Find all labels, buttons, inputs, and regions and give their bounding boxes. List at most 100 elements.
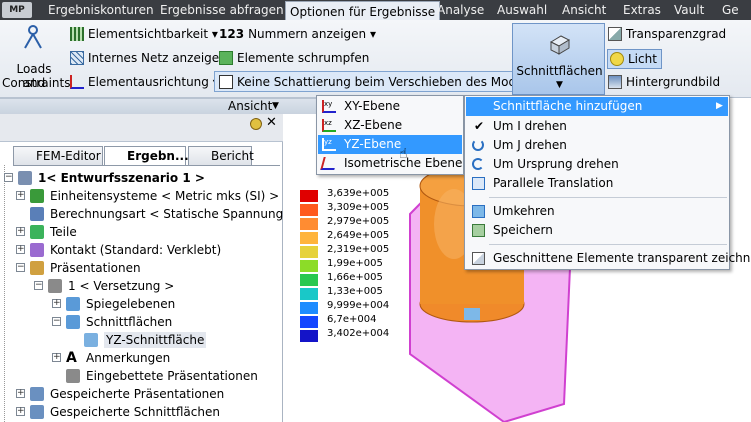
keine-schattierung-button[interactable]: Keine Schattierung beim Verschieben des … bbox=[214, 71, 542, 92]
legend-color-swatch bbox=[300, 302, 318, 314]
tree-node-icon bbox=[30, 189, 44, 203]
menu-item-parallele-translation[interactable]: Parallele Translation bbox=[466, 174, 728, 193]
transparenzgrad-button[interactable]: Transparenzgrad bbox=[608, 26, 726, 42]
tab-ergebnisse-abfragen[interactable]: Ergebnisse abfragen bbox=[160, 0, 284, 20]
tree-item[interactable]: Einheitensysteme < Metric mks (SI) > bbox=[50, 188, 279, 204]
tree-item[interactable]: Gespeicherte Präsentationen bbox=[50, 386, 224, 402]
parallele-translation-label: Parallele Translation bbox=[493, 176, 614, 190]
mesh-icon bbox=[70, 51, 84, 65]
tab-analyse[interactable]: Analyse bbox=[437, 0, 484, 20]
legend-value: 9,999e+004 bbox=[327, 300, 390, 311]
tree-item[interactable]: Anmerkungen bbox=[86, 350, 170, 366]
expand-toggle[interactable]: + bbox=[52, 299, 61, 308]
speichern-label: Speichern bbox=[493, 223, 553, 237]
elemente-schrumpfen-button[interactable]: Elemente schrumpfen bbox=[219, 50, 369, 66]
tab-fem-editor[interactable]: FEM-Editor bbox=[13, 146, 103, 166]
menu-item-umkehren[interactable]: Umkehren bbox=[466, 202, 728, 221]
elementsichtbarkeit-button[interactable]: Elementsichtbarkeit ▾ bbox=[70, 26, 218, 42]
ribbon-panel: Loads and Constraints Elementsichtbarkei… bbox=[0, 20, 751, 98]
tree-item[interactable]: Kontakt (Standard: Verklebt) bbox=[50, 242, 221, 258]
chevron-down-icon: ▼ bbox=[272, 101, 279, 111]
chevron-right-icon: ▶ bbox=[716, 101, 723, 111]
tree-item[interactable]: Teile bbox=[50, 224, 77, 240]
menu-item-isometrische-ebene[interactable]: Isometrische Ebene bbox=[318, 154, 462, 173]
tab-bericht[interactable]: Bericht bbox=[188, 146, 254, 166]
menu-item-um-j-drehen[interactable]: Um J drehen bbox=[466, 136, 728, 155]
tree-item[interactable]: 1< Entwurfsszenario 1 > bbox=[38, 170, 205, 186]
menu-item-schnittflaeche-hinzufuegen[interactable]: Schnittfläche hinzufügen ▶ bbox=[466, 97, 728, 116]
tab-vault[interactable]: Vault bbox=[674, 0, 704, 20]
menu-item-xz-ebene[interactable]: xz XZ-Ebene bbox=[318, 116, 462, 135]
pin-icon[interactable] bbox=[250, 118, 262, 130]
legend-color-swatch bbox=[300, 260, 318, 272]
legend-color-swatch bbox=[300, 316, 318, 328]
tree-node-icon bbox=[18, 171, 32, 185]
fem-editor-label: FEM-Editor bbox=[36, 149, 101, 163]
legend-value: 3,402e+004 bbox=[327, 328, 390, 339]
internes-netz-label: Internes Netz anzeigen bbox=[88, 51, 227, 65]
tab-extras[interactable]: Extras bbox=[623, 0, 661, 20]
ergebnisse-label: Ergebn... bbox=[127, 149, 189, 163]
nummern-anzeigen-button[interactable]: 123 Nummern anzeigen ▾ bbox=[219, 26, 376, 42]
axes-icon bbox=[70, 75, 84, 89]
legend-value: 1,66e+005 bbox=[327, 272, 383, 283]
menu-item-um-ursprung-drehen[interactable]: Um Ursprung drehen bbox=[466, 155, 728, 174]
expand-toggle[interactable]: − bbox=[34, 281, 43, 290]
tab-ge[interactable]: Ge bbox=[722, 0, 739, 20]
expand-toggle[interactable]: + bbox=[16, 245, 25, 254]
expand-toggle[interactable]: − bbox=[16, 263, 25, 272]
tree-item[interactable]: Schnittflächen bbox=[86, 314, 172, 330]
schnittflaechen-button[interactable]: Schnittflächen ▼ bbox=[512, 23, 605, 95]
internes-netz-button[interactable]: Internes Netz anzeigen bbox=[70, 50, 227, 66]
xy-ebene-label: XY-Ebene bbox=[344, 99, 401, 113]
menu-item-speichern[interactable]: Speichern bbox=[466, 221, 728, 240]
plane-submenu: xy XY-Ebene xz XZ-Ebene yz YZ-Ebene Isometr… bbox=[316, 95, 464, 175]
menu-separator bbox=[489, 197, 727, 198]
hintergrundbild-button[interactable]: Hintergrundbild bbox=[608, 74, 720, 90]
expand-toggle[interactable]: − bbox=[52, 317, 61, 326]
menu-item-xy-ebene[interactable]: xy XY-Ebene bbox=[318, 97, 462, 116]
browser-header: ✕ bbox=[0, 114, 283, 142]
check-icon: ✔ bbox=[474, 119, 485, 133]
schrumpfen-label: Elemente schrumpfen bbox=[237, 51, 370, 65]
tree-item[interactable]: Berechnungsart < Statische Spannung bbox=[50, 206, 283, 222]
hintergrundbild-label: Hintergrundbild bbox=[626, 75, 721, 89]
close-icon[interactable]: ✕ bbox=[266, 115, 277, 130]
menu-item-yz-ebene[interactable]: yz YZ-Ebene bbox=[318, 135, 462, 154]
licht-button[interactable]: Licht bbox=[607, 49, 662, 69]
tab-ergebniskonturen[interactable]: Ergebniskonturen bbox=[48, 0, 154, 20]
elementausrichtung-button[interactable]: Elementausrichtung ▾ bbox=[70, 74, 219, 90]
loads-constraints-button[interactable]: Loads and Constraints bbox=[2, 22, 70, 94]
tree-item[interactable]: Eingebettete Präsentationen bbox=[86, 368, 258, 384]
background-image-icon bbox=[608, 75, 622, 89]
expand-toggle[interactable]: + bbox=[52, 353, 61, 362]
expand-toggle[interactable]: + bbox=[16, 407, 25, 416]
menu-separator bbox=[489, 244, 727, 245]
app-badge[interactable]: MP bbox=[2, 2, 32, 18]
tab-ergebnisse[interactable]: Ergebn... bbox=[104, 146, 189, 166]
um-ursprung-drehen-label: Um Ursprung drehen bbox=[493, 157, 619, 171]
expand-toggle[interactable]: + bbox=[16, 191, 25, 200]
expand-toggle[interactable]: + bbox=[16, 389, 25, 398]
tab-ansicht[interactable]: Ansicht bbox=[562, 0, 606, 20]
geschnittene-elemente-label: Geschnittene Elemente transparent zeichn… bbox=[493, 251, 751, 265]
expand-toggle[interactable]: + bbox=[16, 227, 25, 236]
menu-item-um-i-drehen[interactable]: ✔ Um I drehen bbox=[466, 117, 728, 136]
legend-color-swatch bbox=[300, 330, 318, 342]
transparency-icon bbox=[608, 27, 622, 41]
tab-auswahl[interactable]: Auswahl bbox=[497, 0, 547, 20]
tree-item[interactable]: YZ-Schnittfläche bbox=[104, 332, 207, 348]
tree-item[interactable]: Präsentationen bbox=[50, 260, 141, 276]
save-icon bbox=[472, 224, 485, 237]
tree-item[interactable]: Gespeicherte Schnittflächen bbox=[50, 404, 220, 420]
tree-item[interactable]: Spiegelebenen bbox=[86, 296, 175, 312]
loads-constraints-icon bbox=[24, 25, 42, 49]
legend-value: 6,7e+004 bbox=[327, 314, 377, 325]
expand-toggle[interactable]: − bbox=[4, 173, 13, 182]
legend-value: 2,319e+005 bbox=[327, 244, 390, 255]
tree-item[interactable]: 1 < Versetzung > bbox=[68, 278, 174, 294]
menu-item-geschnittene-elemente-transparent[interactable]: Geschnittene Elemente transparent zeichn… bbox=[466, 249, 751, 268]
group-ansicht-bar[interactable]: Ansicht ▼ bbox=[0, 98, 316, 114]
tab-optionen-fuer-ergebnisse[interactable]: Optionen für Ergebnisse bbox=[285, 1, 441, 21]
chevron-down-icon: ▼ bbox=[556, 80, 563, 90]
